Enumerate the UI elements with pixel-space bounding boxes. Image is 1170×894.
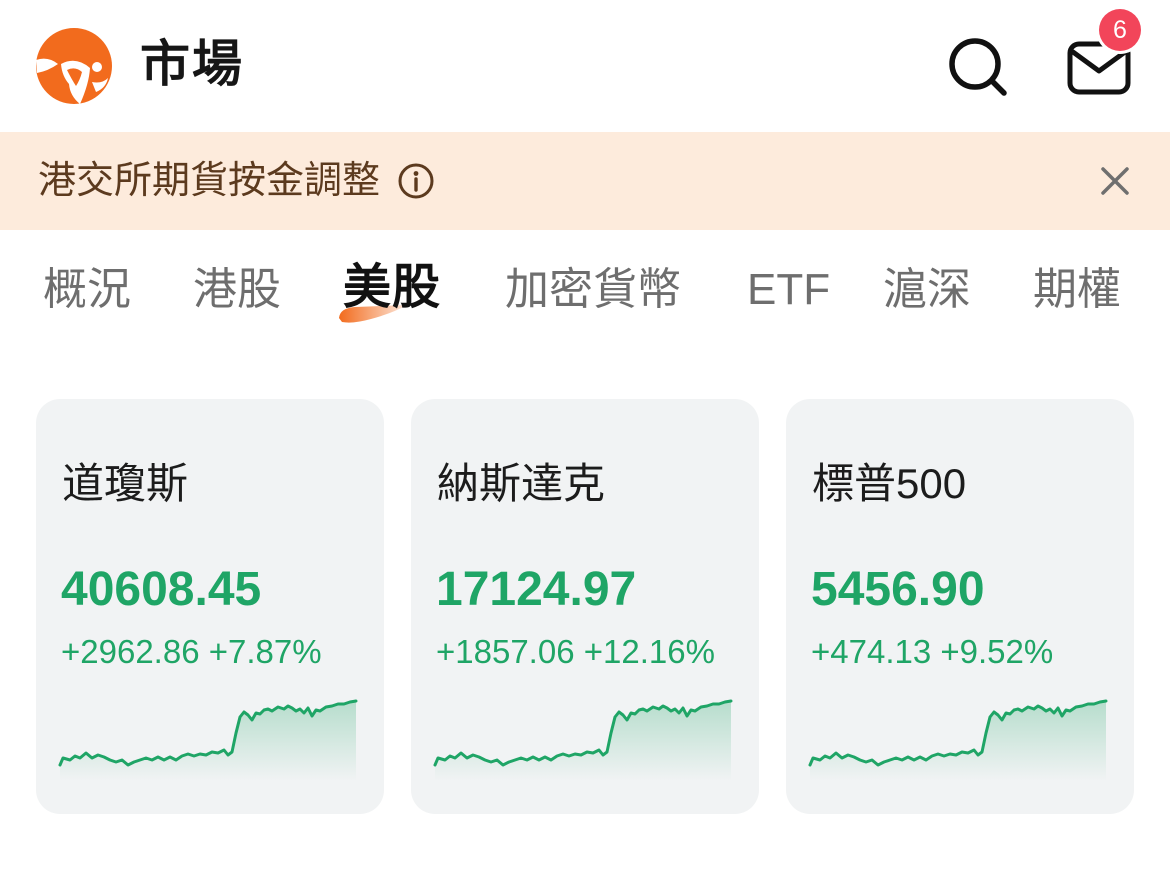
change-amount: +1857.06	[436, 633, 575, 670]
tab-hk-stocks[interactable]: 港股	[193, 264, 281, 316]
notice-banner[interactable]: 港交所期貨按金調整	[0, 132, 1170, 230]
change-amount: +2962.86	[61, 633, 200, 670]
index-card-dow-jones[interactable]: 道瓊斯 40608.45 +2962.86 +7.87%	[36, 399, 384, 814]
index-value: 5456.90	[811, 563, 985, 616]
index-change: +474.13 +9.52%	[811, 632, 1053, 672]
change-percent: +9.52%	[940, 633, 1054, 670]
index-name: 納斯達克	[437, 460, 606, 507]
notice-row: 港交所期貨按金調整	[38, 158, 436, 204]
index-change: +2962.86 +7.87%	[61, 632, 322, 672]
sparkline-chart	[58, 699, 358, 781]
info-icon[interactable]	[396, 161, 436, 201]
tab-crypto[interactable]: 加密貨幣	[505, 264, 681, 316]
index-change: +1857.06 +12.16%	[436, 632, 715, 672]
change-percent: +12.16%	[583, 633, 715, 670]
tab-options[interactable]: 期權	[1033, 264, 1121, 316]
sparkline-chart	[808, 699, 1108, 781]
index-card-nasdaq[interactable]: 納斯達克 17124.97 +1857.06 +12.16%	[411, 399, 759, 814]
index-value: 17124.97	[436, 563, 637, 616]
sparkline-chart	[433, 699, 733, 781]
index-value: 40608.45	[61, 563, 262, 616]
top-bar: 市場 6	[0, 0, 1170, 132]
tab-a-shares[interactable]: 滬深	[883, 264, 971, 316]
close-icon[interactable]	[1098, 164, 1132, 198]
market-tabs: 概況 港股 美股 加密貨幣 ETF 滬深 期權	[0, 250, 1170, 340]
tab-etf[interactable]: ETF	[747, 264, 830, 316]
index-name: 標普500	[812, 460, 967, 507]
tab-overview[interactable]: 概況	[43, 264, 131, 316]
change-percent: +7.87%	[208, 633, 322, 670]
notice-text[interactable]: 港交所期貨按金調整	[38, 158, 380, 204]
tab-us-stocks[interactable]: 美股	[343, 262, 441, 314]
search-icon[interactable]	[944, 33, 1010, 99]
moomoo-logo-icon	[36, 28, 112, 104]
mail-unread-badge: 6	[1099, 9, 1141, 51]
index-name: 道瓊斯	[62, 460, 189, 507]
page-title: 市場	[140, 36, 244, 92]
index-card-sp500[interactable]: 標普500 5456.90 +474.13 +9.52%	[786, 399, 1134, 814]
change-amount: +474.13	[811, 633, 932, 670]
